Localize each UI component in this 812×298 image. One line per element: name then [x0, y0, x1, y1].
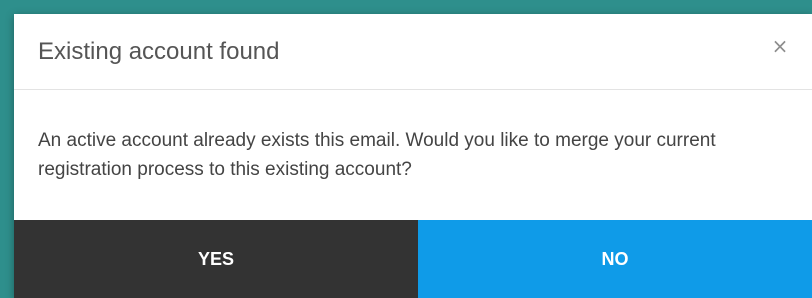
dialog-footer: YES NO: [14, 220, 812, 298]
close-icon[interactable]: ×: [768, 34, 792, 58]
dialog-title: Existing account found: [38, 38, 280, 65]
yes-button[interactable]: YES: [14, 220, 418, 298]
dialog-message: An active account already exists this em…: [38, 130, 716, 180]
existing-account-dialog: Existing account found × An active accou…: [14, 14, 812, 298]
no-button[interactable]: NO: [418, 220, 812, 298]
dialog-header: Existing account found ×: [14, 14, 812, 90]
